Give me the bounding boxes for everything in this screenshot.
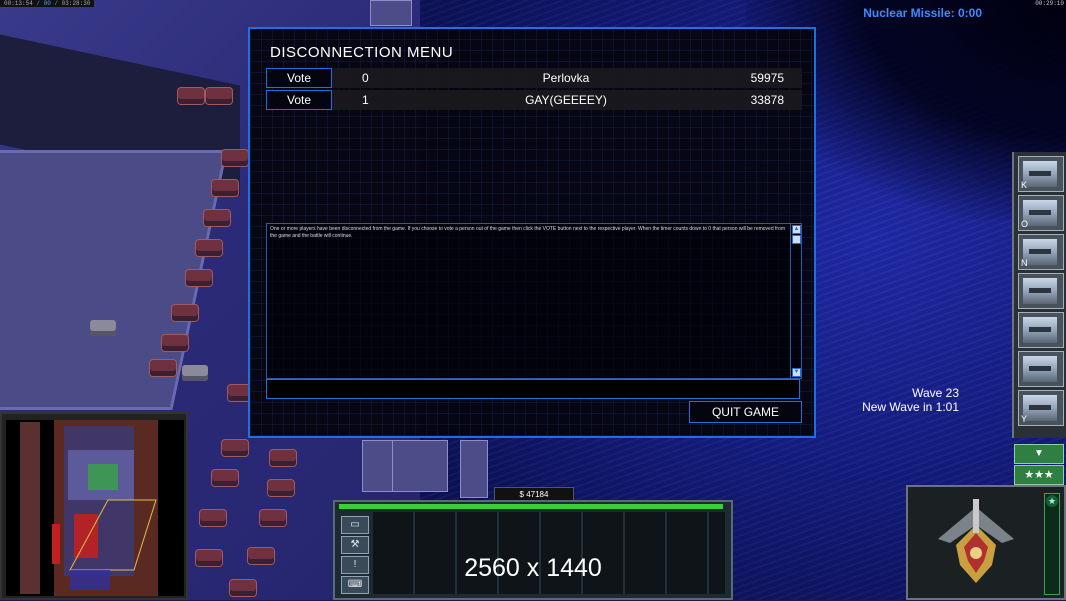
rank-star-icon: ★: [1046, 495, 1058, 507]
dialog-title: DISCONNECTION MENU: [270, 44, 454, 61]
tank-unit[interactable]: [200, 510, 226, 526]
fighter-jet-icon[interactable]: O: [1018, 195, 1064, 231]
building[interactable]: [392, 440, 448, 492]
timer-elapsed: 00:13:54: [4, 0, 33, 7]
satellite-icon[interactable]: [1018, 273, 1064, 309]
power-thumbnail: [1023, 200, 1057, 226]
message-scrollbar[interactable]: ▲ ▼: [790, 224, 801, 378]
player-name: GAY(GEEEEY): [525, 93, 607, 107]
select-group-button[interactable]: ▭: [341, 516, 369, 534]
tank-unit[interactable]: [182, 365, 208, 381]
clock-readout: 00:29:10: [1035, 0, 1064, 7]
tank-unit[interactable]: [90, 320, 116, 336]
power-meter: [339, 504, 723, 509]
tank-unit[interactable]: [204, 210, 230, 226]
wave-number: Wave 23: [912, 386, 959, 400]
player-score: 33878: [750, 93, 784, 107]
tank-unit[interactable]: [270, 450, 296, 466]
minimap[interactable]: [0, 412, 188, 600]
chat-input[interactable]: [266, 379, 800, 399]
timer-clock: 03:28:30: [61, 0, 91, 7]
timer-separator: / 00 /: [36, 0, 59, 7]
minimap-graphic: [6, 420, 184, 596]
minimap-view[interactable]: [6, 420, 184, 596]
command-panel: ▭ ⚒ ! ⌨ 2560 x 1440: [333, 500, 733, 600]
vote-button[interactable]: Vote: [266, 68, 332, 88]
power-hotkey: K: [1021, 180, 1028, 190]
repair-icon[interactable]: ⚒: [341, 536, 369, 554]
rank-progress-meter: ★: [1044, 493, 1060, 595]
tank-unit[interactable]: [212, 180, 238, 196]
nuclear-missile-timer: Nuclear Missile: 0:00: [863, 6, 982, 20]
tank-unit[interactable]: [162, 335, 188, 351]
scroll-down-icon[interactable]: ▼: [792, 368, 801, 377]
player-row: Vote 1 GAY(GEEEEY) 33878: [266, 90, 802, 110]
power-thumbnail: [1023, 278, 1057, 304]
message-log[interactable]: One or more players have been disconnect…: [266, 223, 802, 379]
vote-button[interactable]: Vote: [266, 90, 332, 110]
tank-unit[interactable]: [260, 510, 286, 526]
scroll-up-icon[interactable]: ▲: [792, 225, 801, 234]
tank-unit[interactable]: [268, 480, 294, 496]
general-portrait-panel: ★: [906, 485, 1066, 600]
faction-emblem-icon: [938, 499, 1014, 583]
power-hotkey: N: [1021, 258, 1028, 268]
drone-icon[interactable]: Y: [1018, 390, 1064, 426]
building[interactable]: [370, 0, 412, 26]
resolution-overlay: 2560 x 1440: [464, 554, 602, 582]
tank-unit[interactable]: [222, 440, 248, 456]
building[interactable]: [362, 440, 394, 492]
tank-unit[interactable]: [212, 470, 238, 486]
power-thumbnail: [1023, 161, 1057, 187]
disconnect-message: One or more players have been disconnect…: [270, 226, 786, 239]
cargo-drop-icon[interactable]: [1018, 351, 1064, 387]
power-hotkey: Y: [1021, 414, 1028, 424]
radar-scan-icon[interactable]: N: [1018, 234, 1064, 270]
power-thumbnail: [1023, 239, 1057, 265]
player-slot: 1: [362, 93, 369, 107]
power-thumbnail: [1023, 317, 1057, 343]
tank-unit[interactable]: [150, 360, 176, 376]
scroll-thumb[interactable]: [792, 235, 801, 244]
tank-unit[interactable]: [186, 270, 212, 286]
power-hotkey: O: [1021, 219, 1029, 229]
tank-unit[interactable]: [196, 550, 222, 566]
building[interactable]: [460, 440, 488, 498]
tank-unit[interactable]: [172, 305, 198, 321]
player-name: Perlovka: [542, 71, 590, 85]
player-score: 59975: [750, 71, 784, 85]
power-thumbnail: [1023, 356, 1057, 382]
tank-unit[interactable]: [222, 150, 248, 166]
tank-unit[interactable]: [196, 240, 222, 256]
game-timer-readout: 00:13:54 / 00 / 03:28:30: [0, 0, 95, 7]
tank-unit[interactable]: [248, 548, 274, 564]
player-slot: 0: [362, 71, 369, 85]
artillery-strike-icon[interactable]: [1018, 312, 1064, 348]
quit-game-button[interactable]: QUIT GAME: [689, 401, 802, 423]
power-thumbnail: [1023, 395, 1057, 421]
player-row: Vote 0 Perlovka 59975: [266, 68, 802, 88]
collapse-arrow-icon[interactable]: ▼: [1014, 444, 1064, 464]
general-rank-button[interactable]: ★★★: [1014, 465, 1064, 485]
tank-unit[interactable]: [206, 88, 232, 104]
wave-info: Wave 23 New Wave in 1:01: [862, 386, 959, 414]
spy-plane-icon[interactable]: K: [1018, 156, 1064, 192]
general-powers-bar: K O N Y: [1012, 152, 1066, 438]
disconnection-dialog: DISCONNECTION MENU Vote 0 Perlovka 59975…: [248, 27, 816, 438]
tank-unit[interactable]: [178, 88, 204, 104]
next-wave-timer: New Wave in 1:01: [862, 400, 959, 414]
tank-unit[interactable]: [230, 580, 256, 596]
